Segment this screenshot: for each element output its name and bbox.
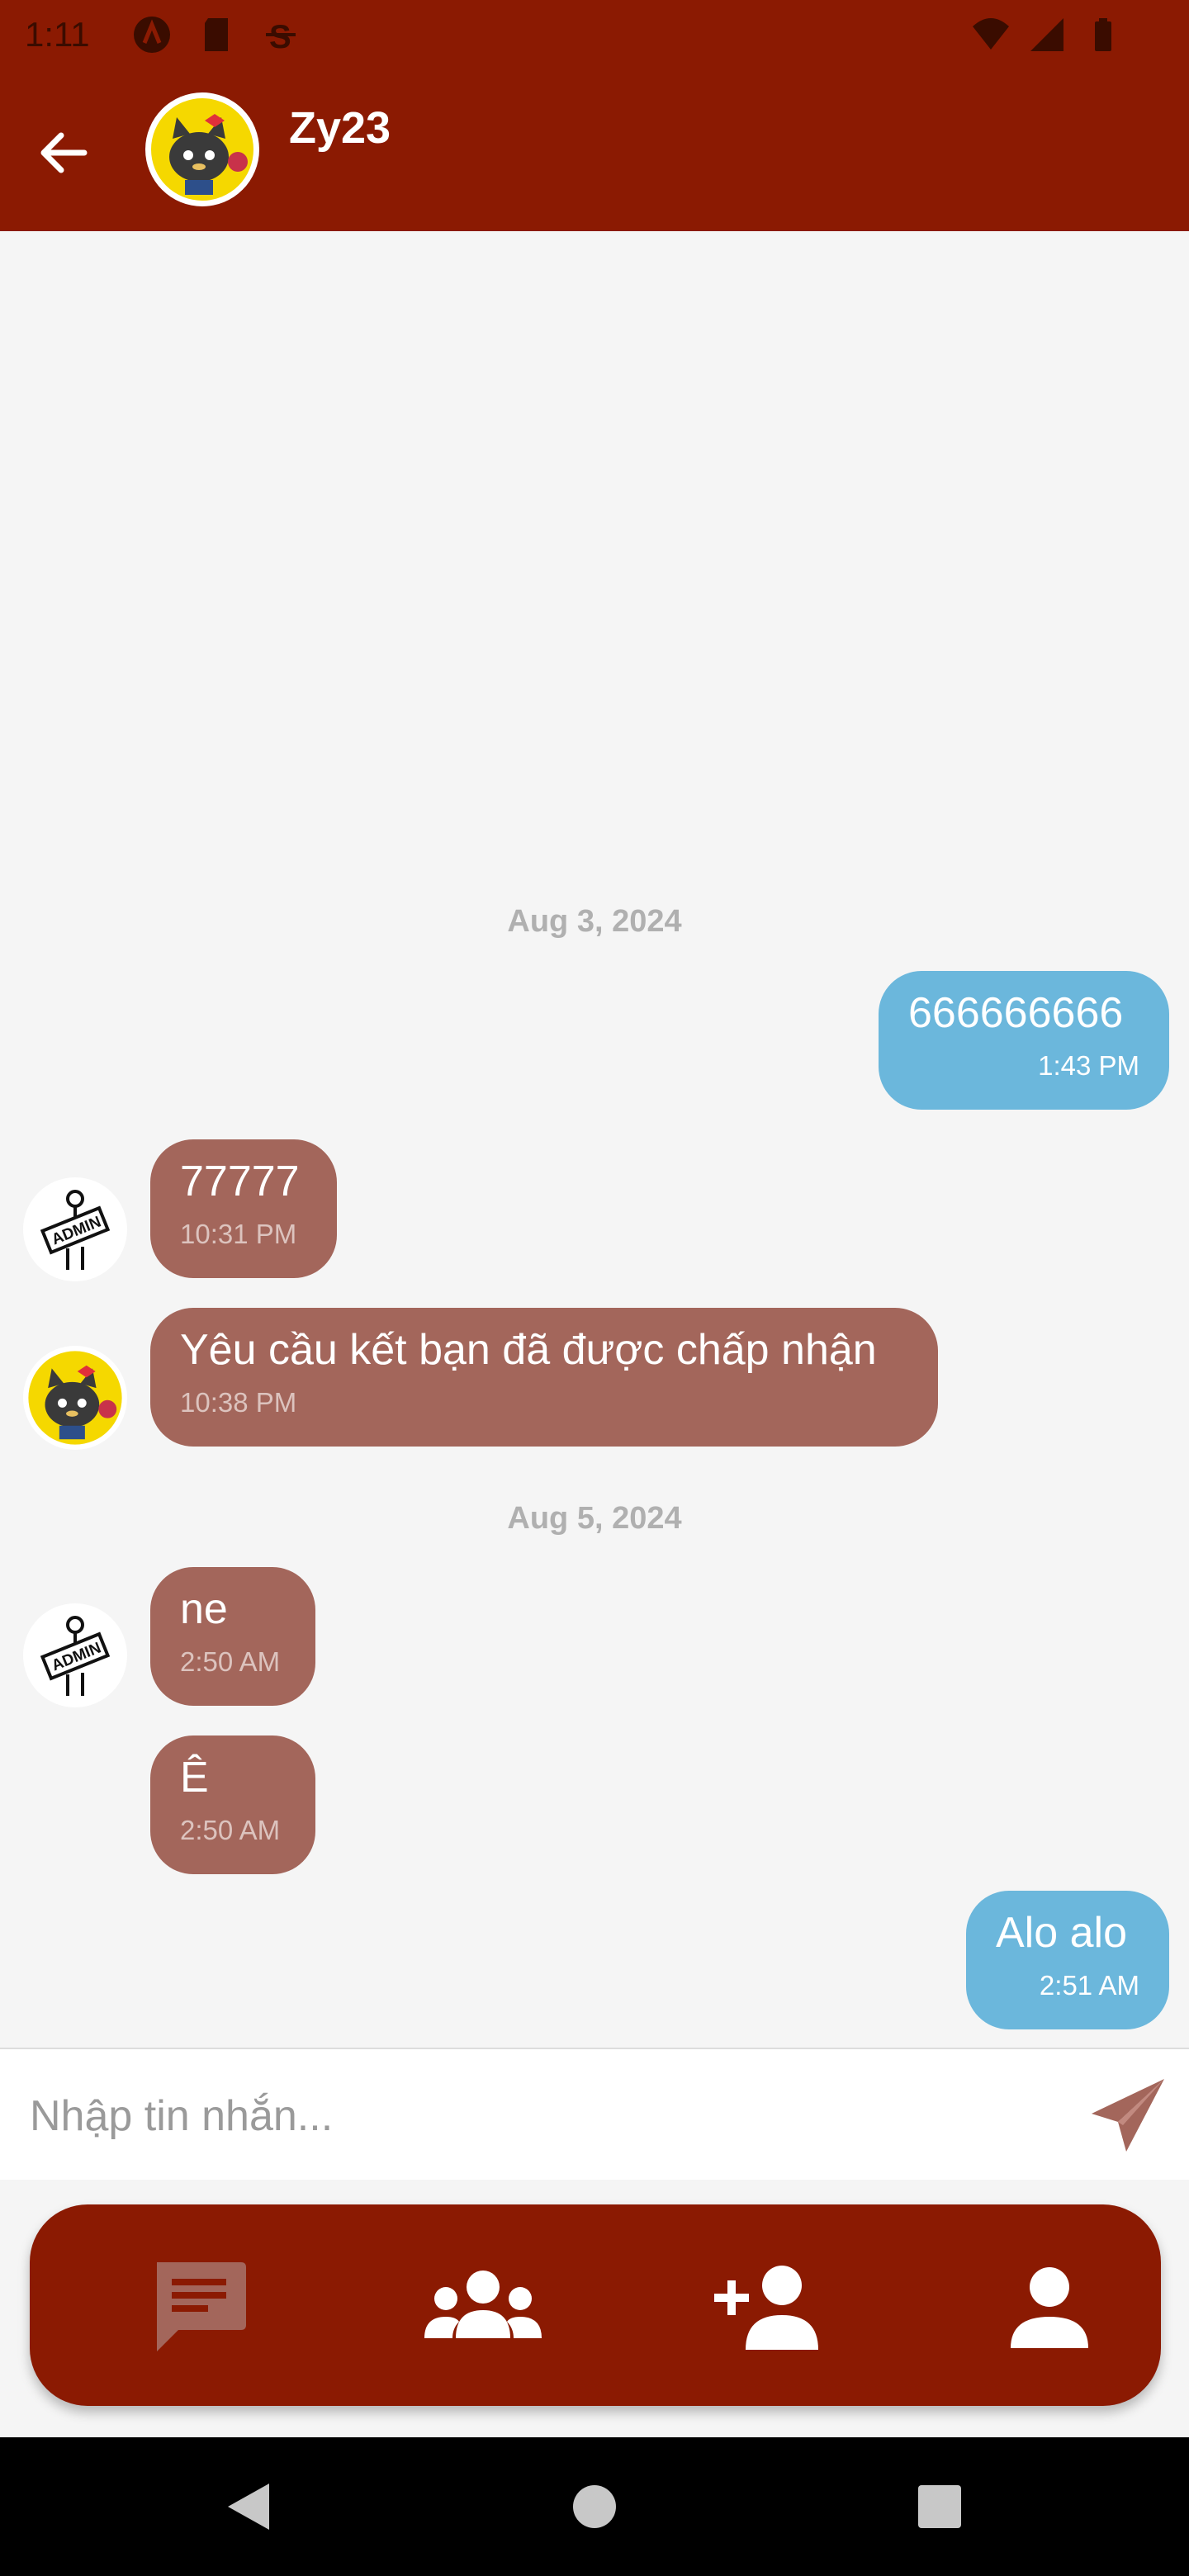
admin-avatar[interactable]: ADMIN [23, 1177, 127, 1281]
admin-avatar[interactable]: ADMIN [23, 1603, 127, 1707]
bottom-navigation [30, 2204, 1161, 2406]
system-navigation-bar [0, 2437, 1189, 2576]
black-cat-avatar-icon [28, 1351, 122, 1445]
message-text: ne [180, 1585, 228, 1633]
app-a-icon [134, 17, 170, 53]
message-bubble-incoming[interactable]: Ê 2:50 AM [150, 1735, 315, 1874]
signal-icon [1030, 18, 1063, 51]
nav-item-profile[interactable] [988, 2246, 1111, 2370]
admin-avatar-icon: ADMIN [40, 1190, 111, 1270]
home-circle-icon[interactable] [561, 2474, 628, 2540]
admin-avatar-icon: ADMIN [40, 1616, 111, 1696]
message-time: 2:50 AM [180, 1815, 281, 1845]
wifi-icon [973, 18, 1009, 50]
message-text: Yêu cầu kết bạn đã được chấp nhận [180, 1326, 877, 1374]
message-bubble-outgoing[interactable]: Alo alo 2:51 AM [966, 1891, 1169, 2029]
status-time: 1:11 [25, 15, 90, 54]
message-time: 1:43 PM [1038, 1050, 1139, 1081]
arrow-left-icon[interactable] [30, 119, 97, 187]
battery-icon [1095, 18, 1111, 51]
nav-item-groups[interactable] [421, 2246, 545, 2370]
message-time: 2:51 AM [1039, 1970, 1139, 2001]
send-icon[interactable] [1087, 2074, 1169, 2157]
chat-icon [157, 2262, 246, 2351]
message-time: 10:31 PM [180, 1219, 297, 1249]
message-text: 77777 [180, 1158, 300, 1205]
message-time: 10:38 PM [180, 1387, 297, 1418]
nav-item-chats[interactable] [137, 2246, 261, 2370]
message-composer [0, 2048, 1189, 2180]
back-triangle-icon[interactable] [216, 2474, 282, 2540]
app-bar: Zy23 [0, 69, 1189, 231]
strike-s-icon: S [266, 19, 296, 54]
message-text: 666666666 [908, 989, 1124, 1037]
page-title: Zy23 [289, 103, 391, 153]
svg-text:S: S [269, 19, 291, 54]
message-text: Ê [180, 1754, 209, 1802]
sd-card-icon [205, 18, 228, 51]
message-bubble-incoming[interactable]: 77777 10:31 PM [150, 1139, 337, 1278]
nav-item-add-friend[interactable] [705, 2246, 829, 2370]
status-bar: 1:11 S [0, 0, 1189, 69]
message-bubble-incoming[interactable]: Yêu cầu kết bạn đã được chấp nhận 10:38 … [150, 1308, 938, 1447]
groups-icon [424, 2271, 542, 2338]
date-separator: Aug 5, 2024 [507, 1501, 682, 1536]
message-text: Alo alo [996, 1909, 1127, 1957]
date-separator: Aug 3, 2024 [507, 904, 682, 939]
profile-icon [1011, 2267, 1088, 2348]
recents-square-icon[interactable] [907, 2474, 973, 2540]
message-bubble-incoming[interactable]: ne 2:50 AM [150, 1567, 315, 1706]
avatar[interactable] [145, 92, 259, 206]
add-friend-icon [714, 2266, 818, 2350]
avatar[interactable] [23, 1346, 127, 1450]
message-time: 2:50 AM [180, 1646, 281, 1677]
message-input[interactable] [28, 2074, 1022, 2158]
message-bubble-outgoing[interactable]: 666666666 1:43 PM [879, 971, 1169, 1110]
black-cat-avatar-icon [151, 98, 253, 201]
chat-messages[interactable]: Aug 3, 2024 666666666 1:43 PM ADMIN 7777… [0, 231, 1189, 2048]
